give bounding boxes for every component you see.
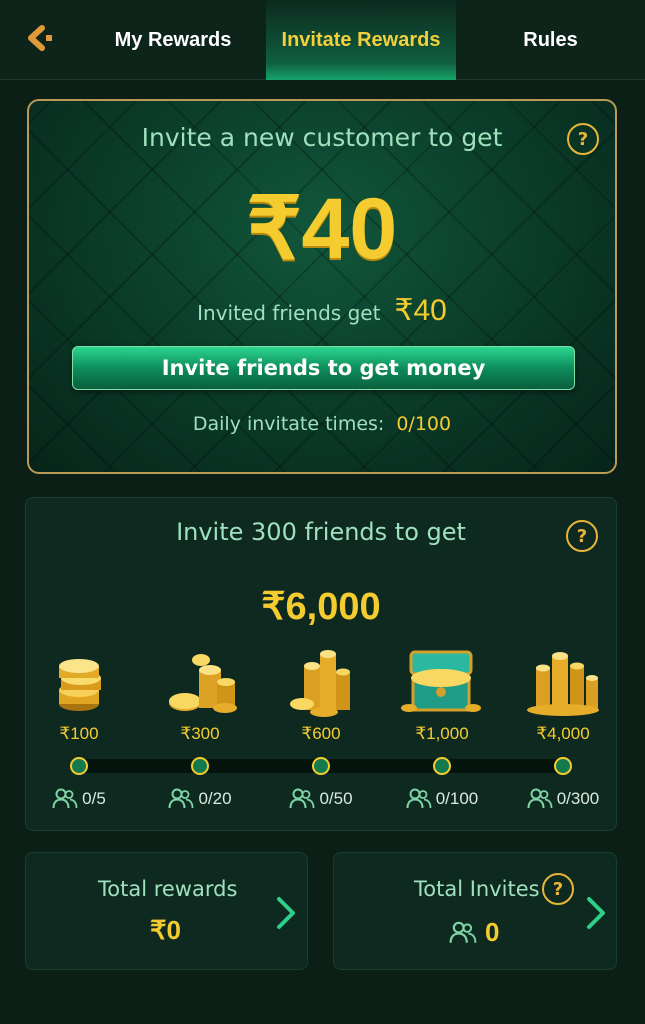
milestone-reward: ₹300 — [180, 724, 220, 743]
coin-heap-icon — [527, 652, 599, 716]
chevron-right-icon — [277, 897, 295, 929]
users-icon — [406, 788, 432, 809]
milestone-headline: Invite 300 friends to get — [176, 518, 466, 546]
users-icon — [168, 788, 194, 809]
milestone-count-value: 0/20 — [198, 789, 232, 808]
total-invites-label: Total Invites — [414, 877, 540, 901]
friends-reward-amount: ₹40 — [394, 294, 447, 327]
tab-invite-rewards[interactable]: Invitate Rewards — [266, 0, 456, 80]
total-invites-value: 0 — [485, 917, 500, 947]
progress-dot — [554, 757, 572, 775]
milestone-reward: ₹100 — [59, 724, 99, 743]
milestone-item: ₹100 — [24, 648, 134, 744]
back-arrow-icon — [28, 25, 52, 51]
invite-friends-button[interactable]: Invite friends to get money — [72, 346, 575, 390]
coin-tower-icon — [290, 650, 350, 717]
milestone-count: 0/300 — [508, 788, 618, 810]
milestone-total-amount: ₹6,000 — [261, 586, 381, 628]
milestone-count: 0/5 — [24, 788, 134, 810]
total-rewards-label: Total rewards — [98, 877, 238, 901]
daily-invite-value: 0/100 — [396, 413, 452, 435]
tab-rules[interactable]: Rules — [456, 0, 645, 80]
milestone-count-value: 0/50 — [319, 789, 353, 808]
milestone-count: 0/20 — [145, 788, 255, 810]
milestone-reward: ₹1,000 — [415, 724, 469, 743]
help-icon[interactable]: ? — [567, 123, 599, 155]
milestone-count-value: 0/300 — [556, 789, 600, 808]
tab-my-rewards[interactable]: My Rewards — [80, 0, 266, 80]
total-invites-card[interactable]: Total Invites ? 0 — [333, 852, 617, 970]
milestone-item: ₹600 — [266, 648, 376, 744]
users-icon — [52, 788, 78, 809]
chevron-right-icon — [587, 897, 605, 929]
progress-dot — [70, 757, 88, 775]
milestone-count-value: 0/100 — [435, 789, 479, 808]
invite-headline: Invite a new customer to get — [141, 123, 503, 152]
total-rewards-card[interactable]: Total rewards ₹0 — [25, 852, 308, 970]
daily-invite-label: Daily invitate times: — [192, 413, 385, 435]
invite-reward-amount: ₹40 — [246, 181, 398, 277]
help-icon[interactable]: ? — [542, 873, 574, 905]
invite-reward-card: Invite a new customer to get ? ₹40 Invit… — [27, 99, 617, 474]
progress-dot — [191, 757, 209, 775]
milestone-count: 0/100 — [387, 788, 497, 810]
milestone-count: 0/50 — [266, 788, 376, 810]
friends-reward-label: Invited friends get — [197, 301, 381, 325]
coin-stack-icon — [59, 659, 101, 711]
daily-invite-times: Daily invitate times: 0/100 — [29, 413, 615, 435]
milestone-item: ₹4,000 — [508, 648, 618, 744]
back-button[interactable] — [18, 18, 58, 58]
users-icon — [449, 921, 477, 943]
total-invites-value-row: 0 — [449, 917, 499, 948]
milestone-count-value: 0/5 — [82, 789, 106, 808]
coin-pile-icon — [169, 654, 237, 713]
progress-dot — [433, 757, 451, 775]
top-tab-bar: My Rewards Invitate Rewards Rules — [0, 0, 645, 80]
treasure-chest-icon — [401, 650, 481, 712]
users-icon — [289, 788, 315, 809]
total-rewards-value: ₹0 — [150, 915, 182, 945]
milestone-item: ₹1,000 — [387, 648, 497, 744]
help-icon[interactable]: ? — [566, 520, 598, 552]
milestone-card: Invite 300 friends to get ? ₹6,000 ₹100 … — [25, 497, 617, 831]
progress-dot — [312, 757, 330, 775]
friends-reward-line: Invited friends get ₹40 — [29, 293, 615, 328]
milestone-reward: ₹600 — [301, 724, 341, 743]
milestone-item: ₹300 — [145, 648, 255, 744]
milestone-reward: ₹4,000 — [536, 724, 590, 743]
users-icon — [527, 788, 553, 809]
